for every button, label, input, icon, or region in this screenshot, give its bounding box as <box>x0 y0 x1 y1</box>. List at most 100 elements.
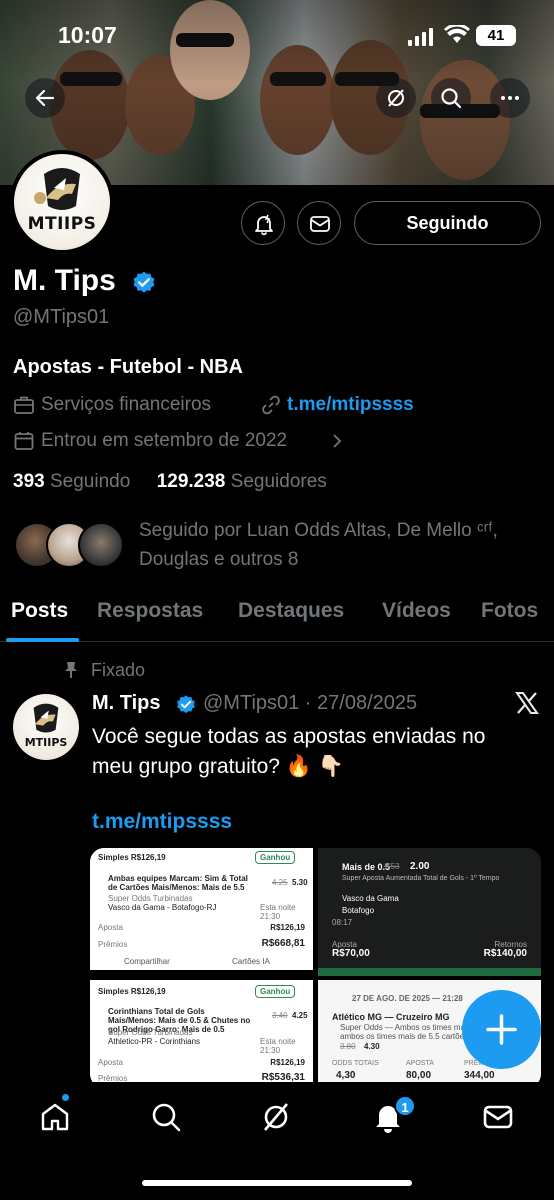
slip-odds-old: 3.40 <box>272 1011 288 1020</box>
post-author-handle-date: @MTips01 · 27/08/2025 <box>203 692 418 714</box>
slip-odds-old: 3.80 <box>340 1042 356 1051</box>
slip-share: Compartilhar <box>124 957 170 966</box>
slip-title: Mais de 0.5 <box>342 862 391 872</box>
slip-odds: 4.30 <box>364 1042 380 1051</box>
following-count: 393 <box>13 471 45 492</box>
more-button[interactable] <box>490 78 530 118</box>
tab-photos[interactable]: Fotos <box>481 599 538 623</box>
search-icon <box>441 88 462 109</box>
wifi-icon <box>444 25 470 43</box>
slip-return: R$140,00 <box>483 948 527 959</box>
post-author-avatar[interactable]: MTIIPS <box>13 694 79 760</box>
slip-odds: 5.30 <box>292 878 308 887</box>
mail-icon[interactable] <box>481 1100 515 1134</box>
grok-icon <box>388 89 404 107</box>
plus-icon <box>486 1014 517 1045</box>
media-image-bet-slip-1[interactable]: Simples R$126,19 Ganhou Ambas equipes Ma… <box>90 848 313 970</box>
tab-replies[interactable]: Respostas <box>97 599 203 623</box>
notifications-toggle-button[interactable] <box>241 201 285 245</box>
back-arrow-icon <box>35 89 55 107</box>
profile-joined-date[interactable]: Entrou em setembro de 2022 <box>41 430 287 452</box>
post-text: Você segue todas as apostas enviadas no … <box>92 725 486 778</box>
followers-count-link[interactable]: 129.238 Seguidores <box>157 471 327 492</box>
home-icon[interactable] <box>38 1100 72 1134</box>
slip-status-badge: Ganhou <box>255 851 296 864</box>
pin-icon <box>65 662 77 678</box>
slip-title: Ambas equipes Marcam: Sim & Total de Car… <box>108 874 248 892</box>
media-image-bet-slip-3[interactable]: Mais de 0.5 1.53 2.00 Super Aposta Aumen… <box>318 848 541 976</box>
media-image-bet-slip-2[interactable]: Simples R$126,19 Ganhou Corinthians Tota… <box>90 980 313 1088</box>
slip-market: Total de Gols - 1º Tempo <box>423 875 500 882</box>
post-link[interactable]: t.me/mtipssss <box>92 810 232 834</box>
x-logo-icon[interactable] <box>514 690 540 716</box>
slip-odds-old: 1.53 <box>384 862 400 871</box>
slip-v1: 4,30 <box>336 1070 356 1081</box>
back-button[interactable] <box>25 78 65 118</box>
profile-tabs: Posts Respostas Destaques Vídeos Fotos <box>0 590 554 642</box>
logo-emblem-icon <box>33 703 59 733</box>
post-author-name[interactable]: M. Tips <box>92 692 161 715</box>
calendar-icon <box>14 432 34 450</box>
logo-emblem-icon <box>34 168 80 210</box>
slip-team1: Vasco da Gama <box>342 894 399 903</box>
signal-icon <box>408 28 434 46</box>
explore-icon[interactable] <box>149 1100 183 1134</box>
search-button[interactable] <box>431 78 471 118</box>
profile-name: M. Tips <box>13 264 116 297</box>
following-button[interactable]: Seguindo <box>354 201 541 245</box>
avatar-logo-text: MTIIPS <box>27 214 97 234</box>
slip-sub: Super Odds Turbinadas <box>108 894 193 903</box>
more-icon <box>501 96 519 100</box>
tab-highlights[interactable]: Destaques <box>238 599 344 623</box>
slip-odds: 4.25 <box>292 1011 308 1020</box>
slip-cards-ai: Cartões IA <box>232 957 270 966</box>
follower-avatar <box>78 522 124 568</box>
battery-indicator: 41 <box>476 25 516 46</box>
slip-col2: APOSTA <box>406 1060 434 1067</box>
slip-stake: R$126,19 <box>270 923 305 932</box>
slip-time: Esta noite 21:30 <box>260 1037 296 1055</box>
slip-team2: Botafogo <box>342 906 375 915</box>
following-count-link[interactable]: 393 Seguindo <box>13 471 130 492</box>
slip-odds: 2.00 <box>410 861 430 872</box>
profile-counts: 393 Seguindo 129.238 Seguidores <box>13 471 327 493</box>
tab-videos[interactable]: Vídeos <box>382 599 451 623</box>
following-label: Seguindo <box>49 471 131 492</box>
grok-button[interactable] <box>376 78 416 118</box>
slip-clock: 08:17 <box>332 918 353 927</box>
notify-bell-icon <box>255 214 273 235</box>
slip-sub: Super Odds Turbinadas <box>108 1028 193 1037</box>
avatar-logo-text: MTIIPS <box>24 736 68 749</box>
slip-time: Esta noite 21:30 <box>260 903 296 921</box>
briefcase-icon <box>14 396 34 414</box>
followed-by-text[interactable]: Seguido por Luan Odds Altas, De Mello ᶜʳ… <box>139 516 539 574</box>
active-tab-indicator <box>6 638 79 642</box>
slip-v3: 344,00 <box>464 1070 495 1081</box>
compose-post-button[interactable] <box>462 990 541 1069</box>
grok-icon[interactable] <box>259 1100 293 1134</box>
chevron-right-icon <box>333 434 342 448</box>
slip-footer-bar <box>318 968 541 976</box>
notifications-badge: 1 <box>394 1095 416 1117</box>
link-icon <box>262 395 280 415</box>
followers-label: Seguidores <box>230 471 327 492</box>
profile-website-link[interactable]: t.me/mtipssss <box>287 394 414 416</box>
slip-v2: 80,00 <box>406 1070 432 1081</box>
slip-status-badge: Ganhou <box>255 985 296 998</box>
profile-handle: @MTips01 <box>13 306 110 328</box>
message-button[interactable] <box>297 201 341 245</box>
verified-badge-icon[interactable] <box>131 270 157 296</box>
verified-badge-icon <box>177 695 195 714</box>
profile-bio: Apostas - Futebol - NBA <box>13 356 243 378</box>
slip-odds-old: 4.25 <box>272 878 288 887</box>
profile-avatar[interactable]: MTIIPS <box>10 150 114 254</box>
profile-category: Serviços financeiros <box>41 394 212 415</box>
home-indicator <box>142 1180 412 1186</box>
pinned-label: Fixado <box>91 660 146 680</box>
tab-posts[interactable]: Posts <box>11 599 68 623</box>
slip-col1: ODDS TOTAIS <box>332 1060 379 1067</box>
followers-count: 129.238 <box>156 471 226 492</box>
home-unread-dot <box>62 1094 69 1101</box>
status-bar: 10:07 41 <box>0 22 554 52</box>
slip-prize: R$668,81 <box>261 938 305 949</box>
